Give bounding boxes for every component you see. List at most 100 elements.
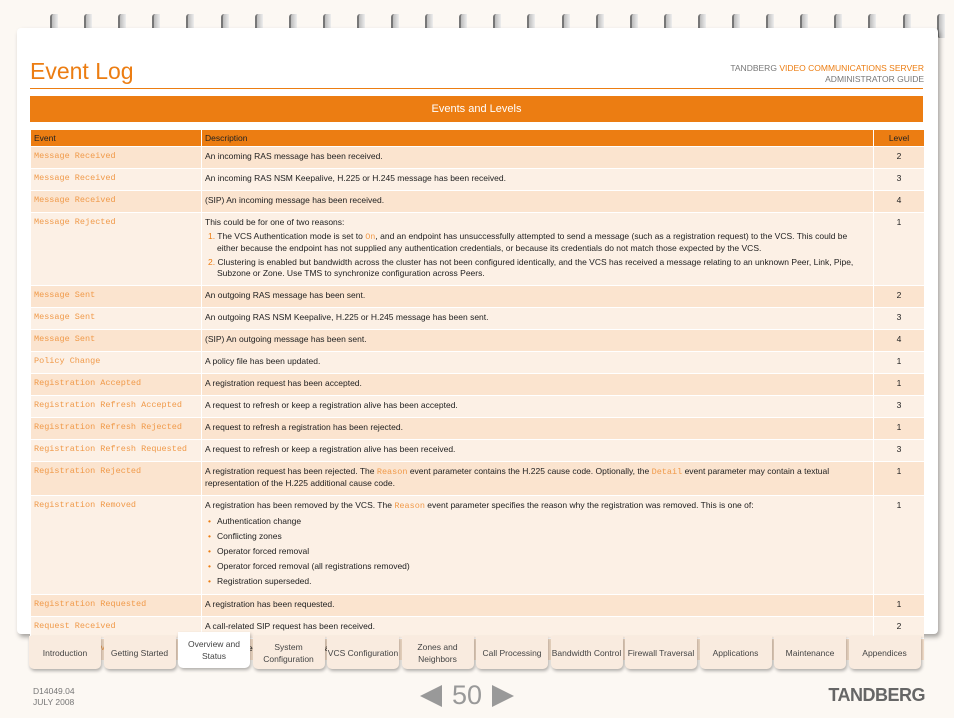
description-text: (SIP) An incoming message has been recei…	[205, 195, 870, 206]
event-description: A policy file has been updated.	[201, 351, 874, 374]
text: Clustering is enabled but bandwidth acro…	[217, 257, 854, 278]
guide-title: TANDBERG VIDEO COMMUNICATIONS SERVER ADMI…	[730, 63, 924, 85]
text: A request to refresh or keep a registrat…	[205, 400, 458, 410]
text: An incoming RAS message has been receive…	[205, 151, 383, 161]
table-row: Registration Removed A registration has b…	[30, 495, 924, 595]
description-text: An outgoing RAS NSM Keepalive, H.225 or …	[205, 312, 870, 323]
chapter-tabs: Introduction Getting Started Overview and …	[29, 632, 923, 669]
footer-info: D14049.04 JULY 2008	[33, 686, 75, 708]
event-name: Registration Removed	[30, 495, 202, 595]
tab-appendices[interactable]: Appendices	[848, 636, 921, 669]
description-text: A registration has been removed by the V…	[205, 500, 870, 512]
events-table: Event Description Level Message Received…	[30, 130, 924, 660]
text: The VCS Authentication mode is set to	[217, 231, 366, 241]
description-text: A call-related SIP request has been rece…	[205, 621, 870, 632]
text: An outgoing RAS NSM Keepalive, H.225 or …	[205, 312, 489, 322]
table-row: Registration Requested A registration has…	[30, 594, 924, 617]
event-level: 3	[873, 439, 924, 462]
event-description: An incoming RAS message has been receive…	[201, 146, 874, 169]
text: A registration has been removed by the V…	[205, 500, 395, 510]
description-text: An outgoing RAS message has been sent.	[205, 290, 870, 301]
event-name: Registration Refresh Rejected	[30, 417, 202, 440]
header-rule	[30, 88, 923, 89]
tab-zones-and-neighbors[interactable]: Zones and Neighbors	[401, 636, 474, 669]
event-level: 3	[873, 307, 924, 330]
event-name: Message Sent	[30, 285, 202, 308]
prev-page-icon[interactable]	[420, 684, 442, 707]
tab-introduction[interactable]: Introduction	[29, 636, 101, 669]
event-description: (SIP) An incoming message has been recei…	[201, 190, 874, 213]
event-level: 4	[873, 190, 924, 213]
event-description: A registration has been removed by the V…	[201, 495, 874, 595]
numbered-item: 1. The VCS Authentication mode is set to…	[208, 231, 848, 253]
text: A request to refresh a registration has …	[205, 422, 403, 432]
event-description: This could be for one of two reasons: 1. …	[201, 212, 874, 286]
text: A registration request has been accepted…	[205, 378, 362, 388]
tab-vcs-configuration[interactable]: VCS Configuration	[327, 636, 399, 669]
tab-maintenance[interactable]: Maintenance	[774, 636, 846, 669]
event-name: Message Sent	[30, 307, 202, 330]
brand-text: TANDBERG	[730, 63, 777, 73]
bullet-item: Operator forced removal (all registratio…	[205, 561, 870, 572]
event-name: Registration Rejected	[30, 461, 202, 496]
bullet-item: Operator forced removal	[205, 546, 870, 557]
text: (SIP) An incoming message has been recei…	[205, 195, 385, 205]
description-text: A request to refresh or keep a registrat…	[205, 444, 870, 455]
event-description: A request to refresh a registration has …	[201, 417, 874, 440]
event-level: 1	[873, 417, 924, 440]
tab-firewall-traversal[interactable]: Firewall Traversal	[625, 636, 697, 669]
header-event: Event	[30, 130, 202, 147]
description-text: An incoming RAS NSM Keepalive, H.225 or …	[205, 173, 870, 184]
event-name: Policy Change	[30, 351, 202, 374]
event-name: Registration Refresh Accepted	[30, 395, 202, 418]
event-level: 4	[873, 329, 924, 352]
tab-getting-started[interactable]: Getting Started	[103, 636, 176, 669]
doc-id: D14049.04	[33, 686, 75, 696]
event-name: Message Received	[30, 190, 202, 213]
text: A request to refresh or keep a registrat…	[205, 444, 456, 454]
tab-call-processing[interactable]: Call Processing	[476, 636, 548, 669]
parameter-name: Reason	[394, 501, 425, 511]
event-level: 3	[873, 168, 924, 191]
table-row: Message Sent An outgoing RAS NSM Keepaliv…	[30, 307, 924, 330]
event-name: Registration Requested	[30, 594, 202, 617]
text: This could be for one of two reasons:	[205, 217, 345, 227]
guide-text: ADMINISTRATOR GUIDE	[825, 74, 924, 84]
table-row: Policy Change A policy file has been upda…	[30, 351, 924, 374]
table-row: Registration Accepted A registration requ…	[30, 373, 924, 396]
header-level: Level	[873, 130, 924, 147]
product-text: VIDEO COMMUNICATIONS SERVER	[779, 63, 924, 73]
bullet-item: Registration superseded.	[205, 576, 870, 587]
text: A call-related SIP request has been rece…	[205, 621, 375, 631]
event-name: Message Received	[30, 168, 202, 191]
tab-bandwidth-control[interactable]: Bandwidth Control	[550, 636, 623, 669]
tab-applications[interactable]: Applications	[699, 636, 772, 669]
doc-date: JULY 2008	[33, 697, 75, 707]
text: event parameter contains the H.225 cause…	[407, 466, 652, 476]
parameter-name: Reason	[376, 467, 408, 477]
table-row: Message Sent An outgoing RAS message has …	[30, 285, 924, 308]
event-description: A registration request has been accepted…	[201, 373, 874, 396]
table-row: Registration Refresh Rejected A request t…	[30, 417, 924, 440]
text: An incoming RAS NSM Keepalive, H.225 or …	[205, 173, 506, 183]
event-level: 1	[873, 461, 924, 496]
bullet-item: Authentication change	[205, 516, 870, 527]
table-row: Message Sent (SIP) An outgoing message ha…	[30, 329, 924, 352]
next-page-icon[interactable]	[492, 684, 515, 707]
parameter-name: On	[365, 232, 376, 242]
description-text: A request to refresh or keep a registrat…	[205, 400, 870, 411]
description-text: A policy file has been updated.	[205, 356, 870, 367]
event-level: 3	[873, 395, 924, 418]
tab-system-configuration[interactable]: System Configuration	[252, 636, 325, 669]
tandberg-logo: TANDBERG	[828, 685, 925, 705]
event-description: (SIP) An outgoing message has been sent.	[201, 329, 874, 352]
event-name: Registration Refresh Requested	[30, 439, 202, 462]
table-row: Message Received An incoming RAS message …	[30, 146, 924, 169]
tab-overview-and-status[interactable]: Overview and Status	[178, 632, 250, 668]
event-level: 1	[873, 351, 924, 374]
event-description: An outgoing RAS message has been sent.	[201, 285, 874, 308]
table-row: Message Received (SIP) An incoming messag…	[30, 190, 924, 213]
table-row: Registration Refresh Requested A request …	[30, 439, 924, 462]
section-banner: Events and Levels	[30, 96, 923, 122]
parameter-name: Detail	[651, 467, 683, 477]
